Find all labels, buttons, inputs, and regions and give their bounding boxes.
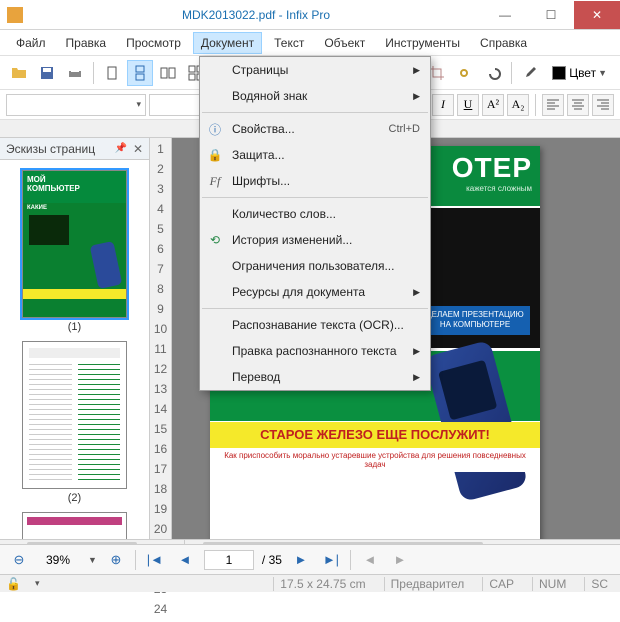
menu-tools[interactable]: Инструменты bbox=[377, 32, 468, 54]
link-button[interactable] bbox=[452, 60, 478, 86]
page-total: / 35 bbox=[262, 553, 282, 567]
document-menu-dropdown: Страницы▶ Водяной знак▶ ⓘСвойства...Ctrl… bbox=[199, 56, 431, 391]
close-panel-button[interactable]: ✕ bbox=[133, 142, 143, 156]
zoom-dropdown[interactable]: ▼ bbox=[88, 555, 97, 565]
menu-edit[interactable]: Правка bbox=[58, 32, 115, 54]
next-page-button[interactable]: ► bbox=[290, 549, 312, 571]
last-page-button[interactable]: ►| bbox=[320, 549, 342, 571]
page-red-sub: Как приспособить морально устаревшие уст… bbox=[210, 448, 540, 472]
back-button[interactable]: ◄ bbox=[359, 549, 381, 571]
window-title: MDK2013022.pdf - Infix Pro bbox=[30, 8, 482, 22]
menu-help[interactable]: Справка bbox=[472, 32, 535, 54]
menu-properties[interactable]: ⓘСвойства...Ctrl+D bbox=[200, 116, 430, 142]
status-num: NUM bbox=[532, 577, 572, 591]
menu-object[interactable]: Объект bbox=[316, 32, 373, 54]
font-family-select[interactable]: ▾ bbox=[6, 94, 146, 116]
menu-document[interactable]: Документ bbox=[193, 32, 262, 54]
menu-text[interactable]: Текст bbox=[266, 32, 312, 54]
menu-pages[interactable]: Страницы▶ bbox=[200, 57, 430, 83]
menu-user-restrictions[interactable]: Ограничения пользователя... bbox=[200, 253, 430, 279]
thumbnails-title: Эскизы страниц bbox=[6, 142, 95, 156]
menu-fonts[interactable]: FfШрифты... bbox=[200, 168, 430, 194]
page-bluebox: ДЕЛАЕМ ПРЕЗЕНТАЦИЮ НА КОМПЬЮТЕРЕ bbox=[420, 306, 530, 335]
menubar: Файл Правка Просмотр Документ Текст Объе… bbox=[0, 30, 620, 56]
menu-file[interactable]: Файл bbox=[8, 32, 54, 54]
menu-ocr[interactable]: Распознавание текста (OCR)... bbox=[200, 312, 430, 338]
page-number-input[interactable] bbox=[204, 550, 254, 570]
pin-icon[interactable]: 📌 bbox=[114, 143, 126, 154]
align-left-button[interactable] bbox=[542, 94, 564, 116]
first-page-button[interactable]: |◄ bbox=[144, 549, 166, 571]
open-button[interactable] bbox=[6, 60, 32, 86]
thumbnails-panel: Эскизы страниц 📌 ✕ МОЙКОМПЬЮТЕР КАКИЕ (1… bbox=[0, 138, 150, 556]
prev-page-button[interactable]: ◄ bbox=[174, 549, 196, 571]
italic-button[interactable]: I bbox=[432, 94, 454, 116]
menu-document-resources[interactable]: Ресурсы для документа▶ bbox=[200, 279, 430, 305]
status-mode: Предварител bbox=[384, 577, 471, 591]
page-tagline: кажется сложным bbox=[466, 184, 532, 193]
status-cap: CAP bbox=[482, 577, 520, 591]
color-picker[interactable]: Цвет ▼ bbox=[545, 60, 614, 86]
color-label: Цвет bbox=[569, 66, 596, 80]
minimize-button[interactable]: — bbox=[482, 1, 528, 29]
color-swatch-icon bbox=[552, 66, 566, 80]
superscript-button[interactable]: A² bbox=[482, 94, 504, 116]
info-icon: ⓘ bbox=[206, 121, 224, 138]
menu-view[interactable]: Просмотр bbox=[118, 32, 189, 54]
status-dimensions: 17.5 x 24.75 cm bbox=[273, 577, 371, 591]
status-bar: 🔓 ▾ 17.5 x 24.75 cm Предварител CAP NUM … bbox=[0, 574, 620, 592]
vertical-ruler: 12345678910 11121314151617181920 2122232… bbox=[150, 138, 172, 556]
align-center-button[interactable] bbox=[567, 94, 589, 116]
zoom-out-button[interactable]: ⊖ bbox=[8, 549, 30, 571]
page-single-button[interactable] bbox=[99, 60, 125, 86]
menu-watermark[interactable]: Водяной знак▶ bbox=[200, 83, 430, 109]
font-icon: Ff bbox=[206, 174, 224, 189]
underline-button[interactable]: U bbox=[457, 94, 479, 116]
save-button[interactable] bbox=[34, 60, 60, 86]
thumbnail-caption: (1) bbox=[22, 321, 127, 333]
menu-translate[interactable]: Перевод▶ bbox=[200, 364, 430, 390]
maximize-button[interactable]: ☐ bbox=[528, 1, 574, 29]
undo-button[interactable] bbox=[480, 60, 506, 86]
thumbnail-page-2[interactable]: (2) bbox=[22, 341, 127, 504]
history-icon: ⟲ bbox=[206, 233, 224, 247]
page-masthead: ОТЕР bbox=[452, 152, 532, 184]
menu-word-count[interactable]: Количество слов... bbox=[200, 201, 430, 227]
align-right-button[interactable] bbox=[592, 94, 614, 116]
lock-status-icon: 🔓 bbox=[6, 577, 21, 591]
lock-icon: 🔒 bbox=[206, 148, 224, 162]
titlebar: MDK2013022.pdf - Infix Pro — ☐ ✕ bbox=[0, 0, 620, 30]
close-button[interactable]: ✕ bbox=[574, 1, 620, 29]
status-scr: SC bbox=[584, 577, 614, 591]
page-continuous-button[interactable] bbox=[127, 60, 153, 86]
menu-security[interactable]: 🔒Защита... bbox=[200, 142, 430, 168]
zoom-value[interactable]: 39% bbox=[38, 553, 78, 567]
zoom-in-button[interactable]: ⊕ bbox=[105, 549, 127, 571]
page-yellow-band: СТАРОЕ ЖЕЛЕЗО ЕЩЕ ПОСЛУЖИТ! bbox=[210, 422, 540, 448]
page-facing-button[interactable] bbox=[155, 60, 181, 86]
thumbnails-header: Эскизы страниц 📌 ✕ bbox=[0, 138, 149, 160]
navigation-bar: ⊖ 39% ▼ ⊕ |◄ ◄ / 35 ► ►| ◄ ► bbox=[0, 544, 620, 574]
menu-history[interactable]: ⟲История изменений... bbox=[200, 227, 430, 253]
app-icon bbox=[7, 7, 23, 23]
forward-button[interactable]: ► bbox=[389, 549, 411, 571]
print-button[interactable] bbox=[62, 60, 88, 86]
eyedropper-button[interactable] bbox=[517, 60, 543, 86]
thumbnail-page-1[interactable]: МОЙКОМПЬЮТЕР КАКИЕ (1) bbox=[22, 170, 127, 333]
menu-edit-ocr[interactable]: Правка распознанного текста▶ bbox=[200, 338, 430, 364]
thumbnail-caption: (2) bbox=[22, 492, 127, 504]
subscript-button[interactable]: A₂ bbox=[507, 94, 529, 116]
